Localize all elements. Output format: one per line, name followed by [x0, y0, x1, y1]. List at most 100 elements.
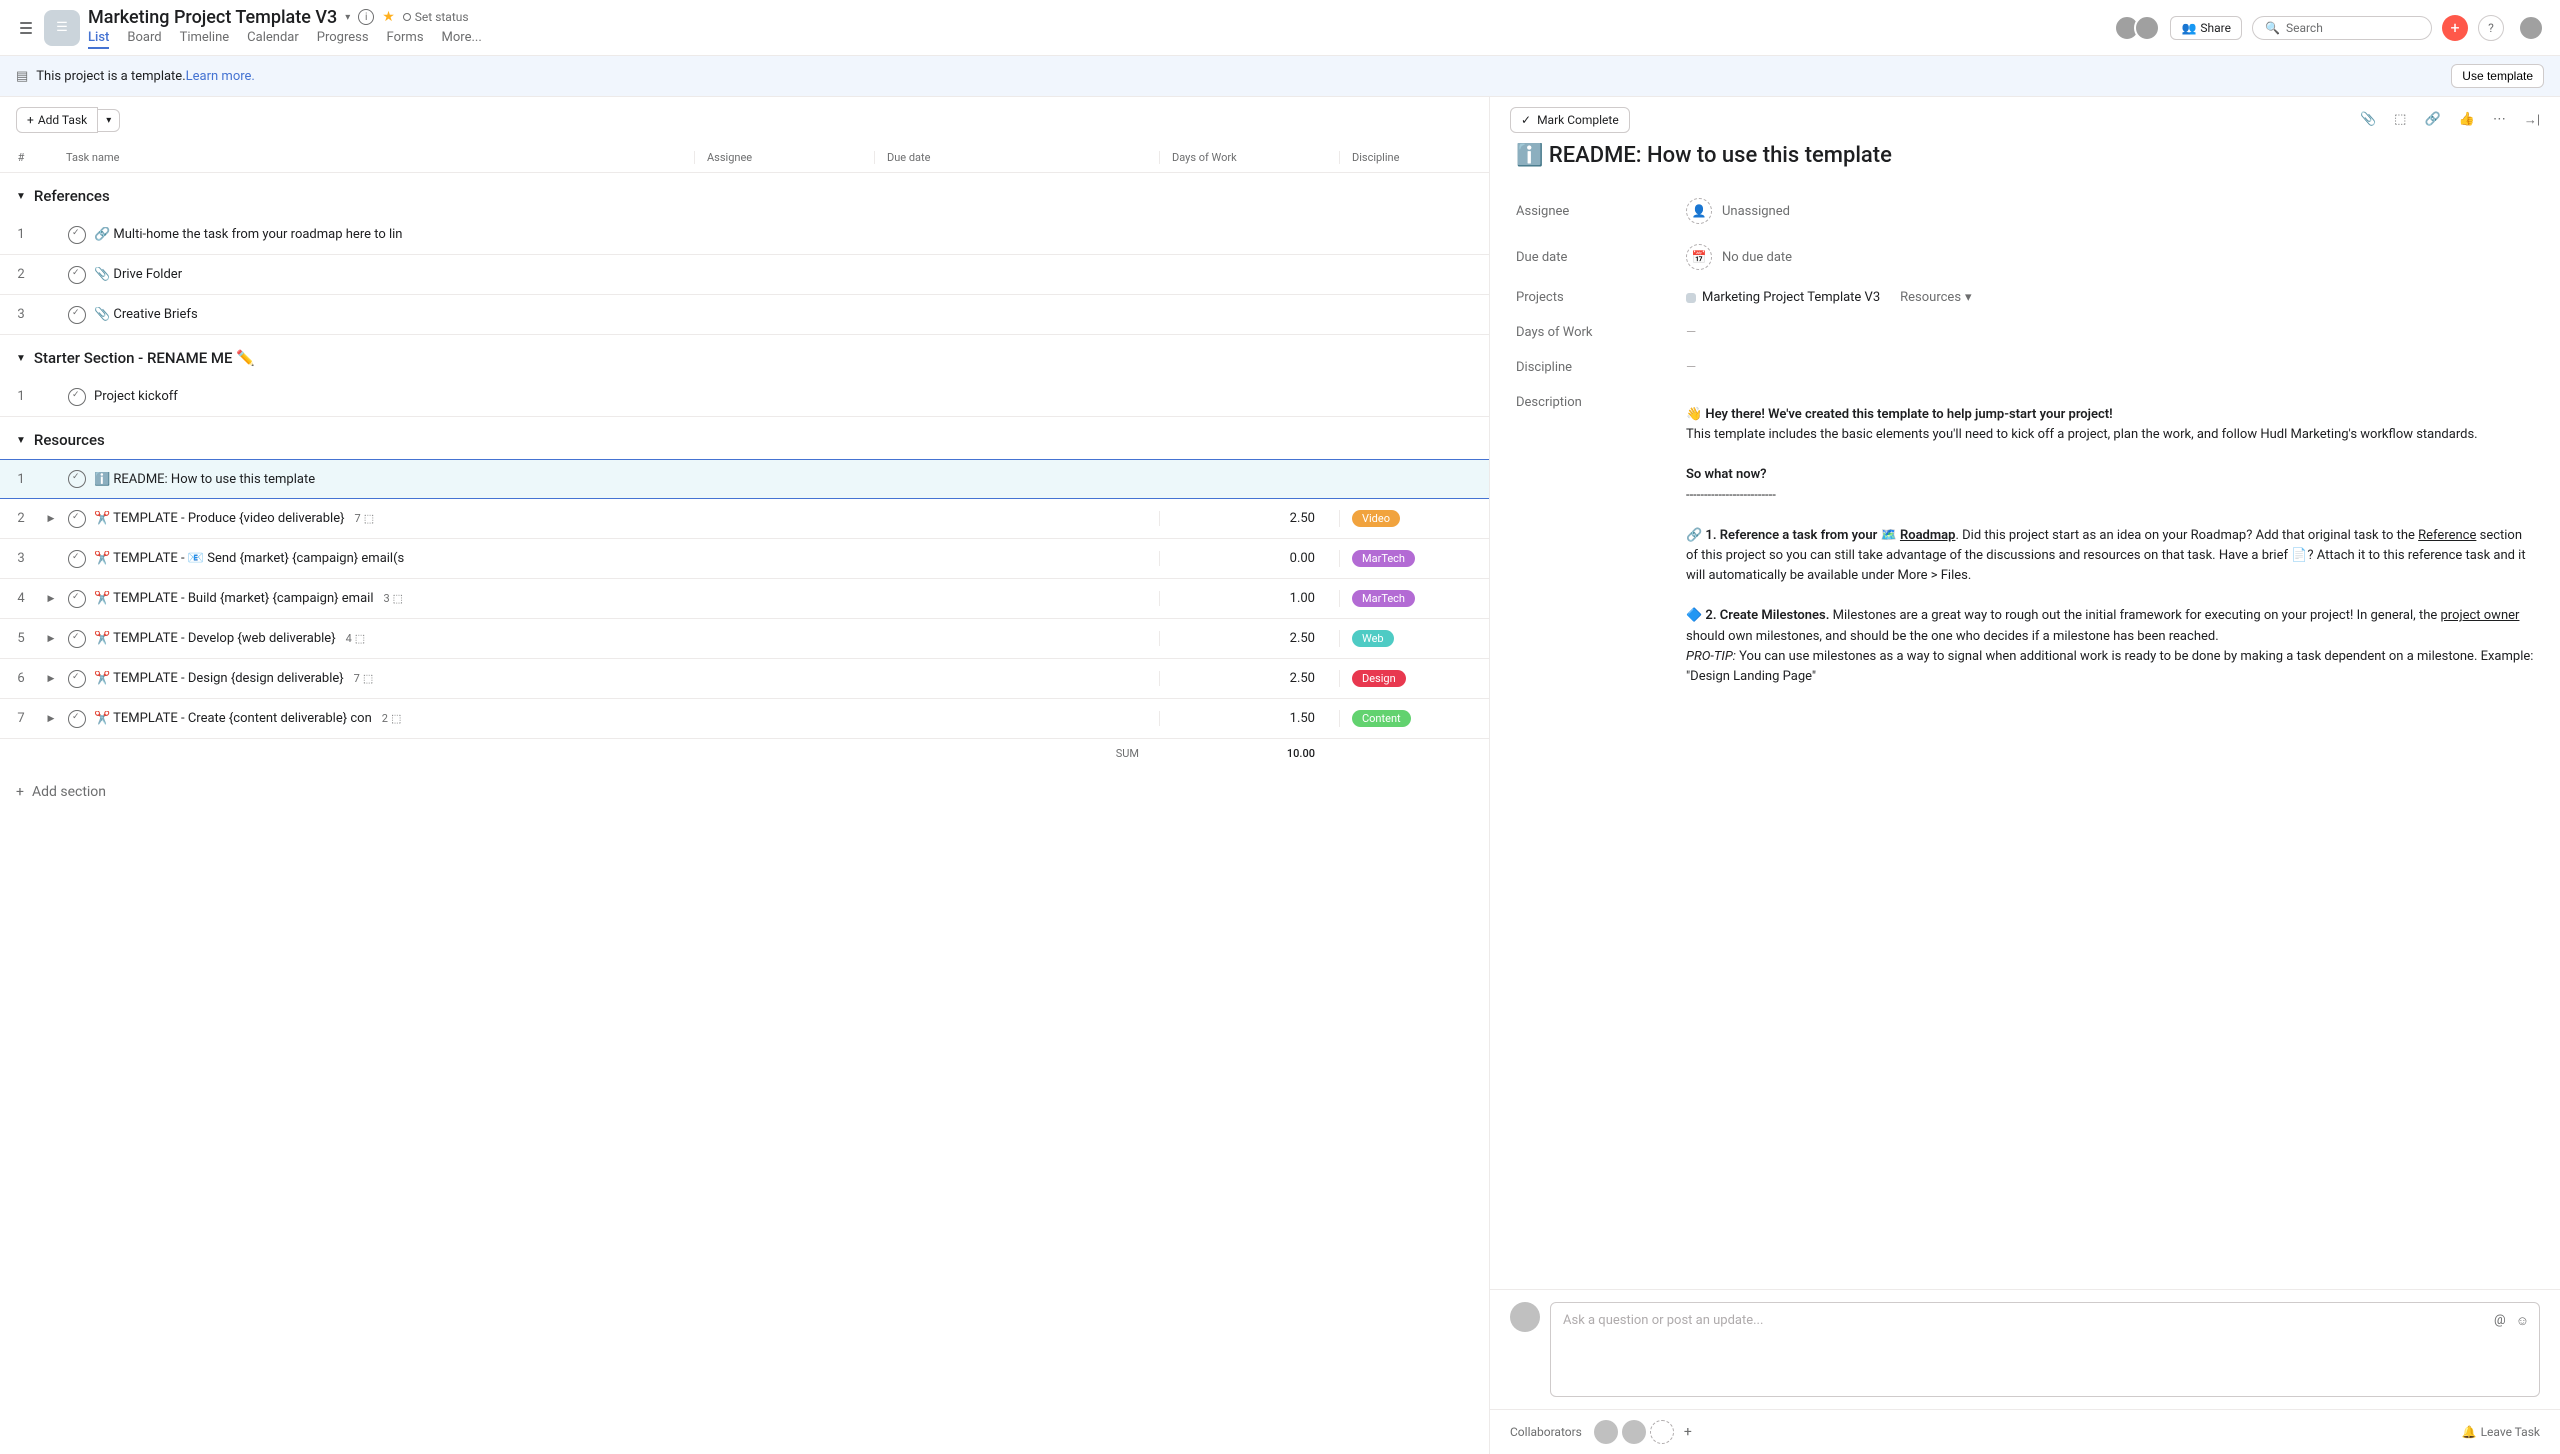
task-name[interactable]: 📎 Creative Briefs	[94, 307, 694, 322]
task-row[interactable]: 1🔗 Multi-home the task from your roadmap…	[0, 215, 1489, 255]
days-cell[interactable]: 2.50	[1159, 631, 1339, 646]
task-name[interactable]: Project kickoff	[94, 389, 694, 404]
close-pane-icon[interactable]: →|	[2524, 112, 2540, 128]
subtask-icon[interactable]: ⬚	[2394, 112, 2406, 128]
expand-icon[interactable]: ▶	[42, 674, 60, 684]
discipline-cell[interactable]: MarTech	[1339, 590, 1489, 607]
empty-value[interactable]: —	[1686, 325, 1696, 340]
discipline-cell[interactable]: Web	[1339, 630, 1489, 647]
complete-checkbox[interactable]	[68, 550, 86, 568]
assignee-value[interactable]: 👤 Unassigned	[1686, 198, 1790, 224]
tab-more[interactable]: More...	[442, 30, 482, 49]
star-icon[interactable]: ★	[382, 9, 395, 25]
col-name[interactable]: Task name	[42, 151, 694, 164]
task-row[interactable]: 1Project kickoff	[0, 377, 1489, 417]
task-name[interactable]: ✂️ TEMPLATE - 📧 Send {market} {campaign}…	[94, 551, 694, 566]
collaborator-avatar[interactable]	[1594, 1420, 1618, 1444]
complete-checkbox[interactable]	[68, 710, 86, 728]
expand-icon[interactable]: ▶	[42, 514, 60, 524]
more-icon[interactable]: ⋯	[2493, 112, 2506, 128]
add-task-dropdown[interactable]: ▾	[98, 109, 120, 132]
tab-list[interactable]: List	[88, 30, 109, 49]
add-collaborator-placeholder[interactable]	[1650, 1420, 1674, 1444]
task-row[interactable]: 2📎 Drive Folder	[0, 255, 1489, 295]
task-name[interactable]: ℹ️ README: How to use this template	[94, 472, 694, 487]
emoji-icon[interactable]: ☺	[2516, 1313, 2529, 1329]
col-date[interactable]: Due date	[874, 151, 1159, 164]
info-icon[interactable]: i	[358, 9, 374, 25]
discipline-cell[interactable]: Design	[1339, 670, 1489, 687]
task-name[interactable]: 🔗 Multi-home the task from your roadmap …	[94, 227, 694, 242]
task-row[interactable]: 2▶✂️ TEMPLATE - Produce {video deliverab…	[0, 499, 1489, 539]
tab-calendar[interactable]: Calendar	[247, 30, 299, 49]
comment-input[interactable]: Ask a question or post an update... @ ☺	[1550, 1302, 2540, 1397]
learn-more-link[interactable]: Learn more.	[186, 69, 255, 84]
days-cell[interactable]: 0.00	[1159, 551, 1339, 566]
project-section-dropdown[interactable]: Resources ▾	[1900, 290, 1971, 305]
menu-icon[interactable]	[16, 18, 36, 38]
task-row[interactable]: 5▶✂️ TEMPLATE - Develop {web deliverable…	[0, 619, 1489, 659]
tab-forms[interactable]: Forms	[387, 30, 424, 49]
share-button[interactable]: 👥 Share	[2170, 16, 2242, 40]
task-row[interactable]: 6▶✂️ TEMPLATE - Design {design deliverab…	[0, 659, 1489, 699]
col-days[interactable]: Days of Work	[1159, 151, 1339, 164]
task-detail-title[interactable]: ℹ️ README: How to use this template	[1516, 143, 2534, 168]
task-row[interactable]: 4▶✂️ TEMPLATE - Build {market} {campaign…	[0, 579, 1489, 619]
task-name[interactable]: ✂️ TEMPLATE - Build {market} {campaign} …	[94, 591, 694, 606]
add-section-button[interactable]: + Add section	[0, 768, 1489, 816]
chevron-down-icon[interactable]: ▾	[345, 12, 350, 23]
tab-board[interactable]: Board	[127, 30, 161, 49]
col-assignee[interactable]: Assignee	[694, 151, 874, 164]
use-template-button[interactable]: Use template	[2451, 64, 2544, 88]
like-icon[interactable]: 👍	[2459, 112, 2475, 128]
add-task-button[interactable]: + Add Task	[16, 107, 98, 133]
empty-value[interactable]: —	[1686, 360, 1696, 375]
days-cell[interactable]: 2.50	[1159, 671, 1339, 686]
complete-checkbox[interactable]	[68, 590, 86, 608]
discipline-cell[interactable]: Video	[1339, 510, 1489, 527]
expand-icon[interactable]: ▶	[42, 634, 60, 644]
project-title[interactable]: Marketing Project Template V3	[88, 7, 337, 28]
add-button[interactable]: +	[2442, 15, 2468, 41]
task-name[interactable]: ✂️ TEMPLATE - Produce {video deliverable…	[94, 511, 694, 526]
search-input[interactable]: 🔍 Search	[2252, 16, 2432, 40]
section-header[interactable]: ▼Resources	[0, 417, 1489, 459]
collaborator-avatar[interactable]	[1622, 1420, 1646, 1444]
complete-checkbox[interactable]	[68, 670, 86, 688]
discipline-cell[interactable]: Content	[1339, 710, 1489, 727]
project-tag[interactable]: Marketing Project Template V3	[1686, 290, 1880, 305]
complete-checkbox[interactable]	[68, 510, 86, 528]
col-discipline[interactable]: Discipline	[1339, 151, 1489, 164]
attachment-icon[interactable]: 📎	[2360, 112, 2376, 128]
leave-task-button[interactable]: 🔔 Leave Task	[2462, 1425, 2540, 1439]
complete-checkbox[interactable]	[68, 306, 86, 324]
set-status-button[interactable]: Set status	[403, 10, 469, 24]
expand-icon[interactable]: ▶	[42, 714, 60, 724]
expand-icon[interactable]: ▶	[42, 594, 60, 604]
complete-checkbox[interactable]	[68, 630, 86, 648]
complete-checkbox[interactable]	[68, 470, 86, 488]
tab-timeline[interactable]: Timeline	[180, 30, 230, 49]
task-row[interactable]: 3📎 Creative Briefs	[0, 295, 1489, 335]
due-date-value[interactable]: 📅 No due date	[1686, 244, 1792, 270]
days-cell[interactable]: 2.50	[1159, 511, 1339, 526]
task-row[interactable]: 3✂️ TEMPLATE - 📧 Send {market} {campaign…	[0, 539, 1489, 579]
task-name[interactable]: ✂️ TEMPLATE - Create {content deliverabl…	[94, 711, 694, 726]
add-collaborator-button[interactable]: +	[1684, 1424, 1692, 1440]
complete-checkbox[interactable]	[68, 388, 86, 406]
task-row[interactable]: 7▶✂️ TEMPLATE - Create {content delivera…	[0, 699, 1489, 739]
task-name[interactable]: ✂️ TEMPLATE - Design {design deliverable…	[94, 671, 694, 686]
task-name[interactable]: ✂️ TEMPLATE - Develop {web deliverable}4…	[94, 631, 694, 646]
help-button[interactable]: ?	[2478, 15, 2504, 41]
mark-complete-button[interactable]: ✓ Mark Complete	[1510, 107, 1630, 133]
complete-checkbox[interactable]	[68, 266, 86, 284]
link-icon[interactable]: 🔗	[2424, 112, 2440, 128]
tab-progress[interactable]: Progress	[317, 30, 369, 49]
section-header[interactable]: ▼References	[0, 173, 1489, 215]
user-avatar[interactable]	[2518, 15, 2544, 41]
mention-icon[interactable]: @	[2494, 1313, 2506, 1329]
description-body[interactable]: 👋 Hey there! We've created this template…	[1686, 395, 2534, 707]
task-name[interactable]: 📎 Drive Folder	[94, 267, 694, 282]
task-row[interactable]: 1ℹ️ README: How to use this template	[0, 459, 1489, 499]
avatar-stack[interactable]	[2114, 15, 2160, 41]
